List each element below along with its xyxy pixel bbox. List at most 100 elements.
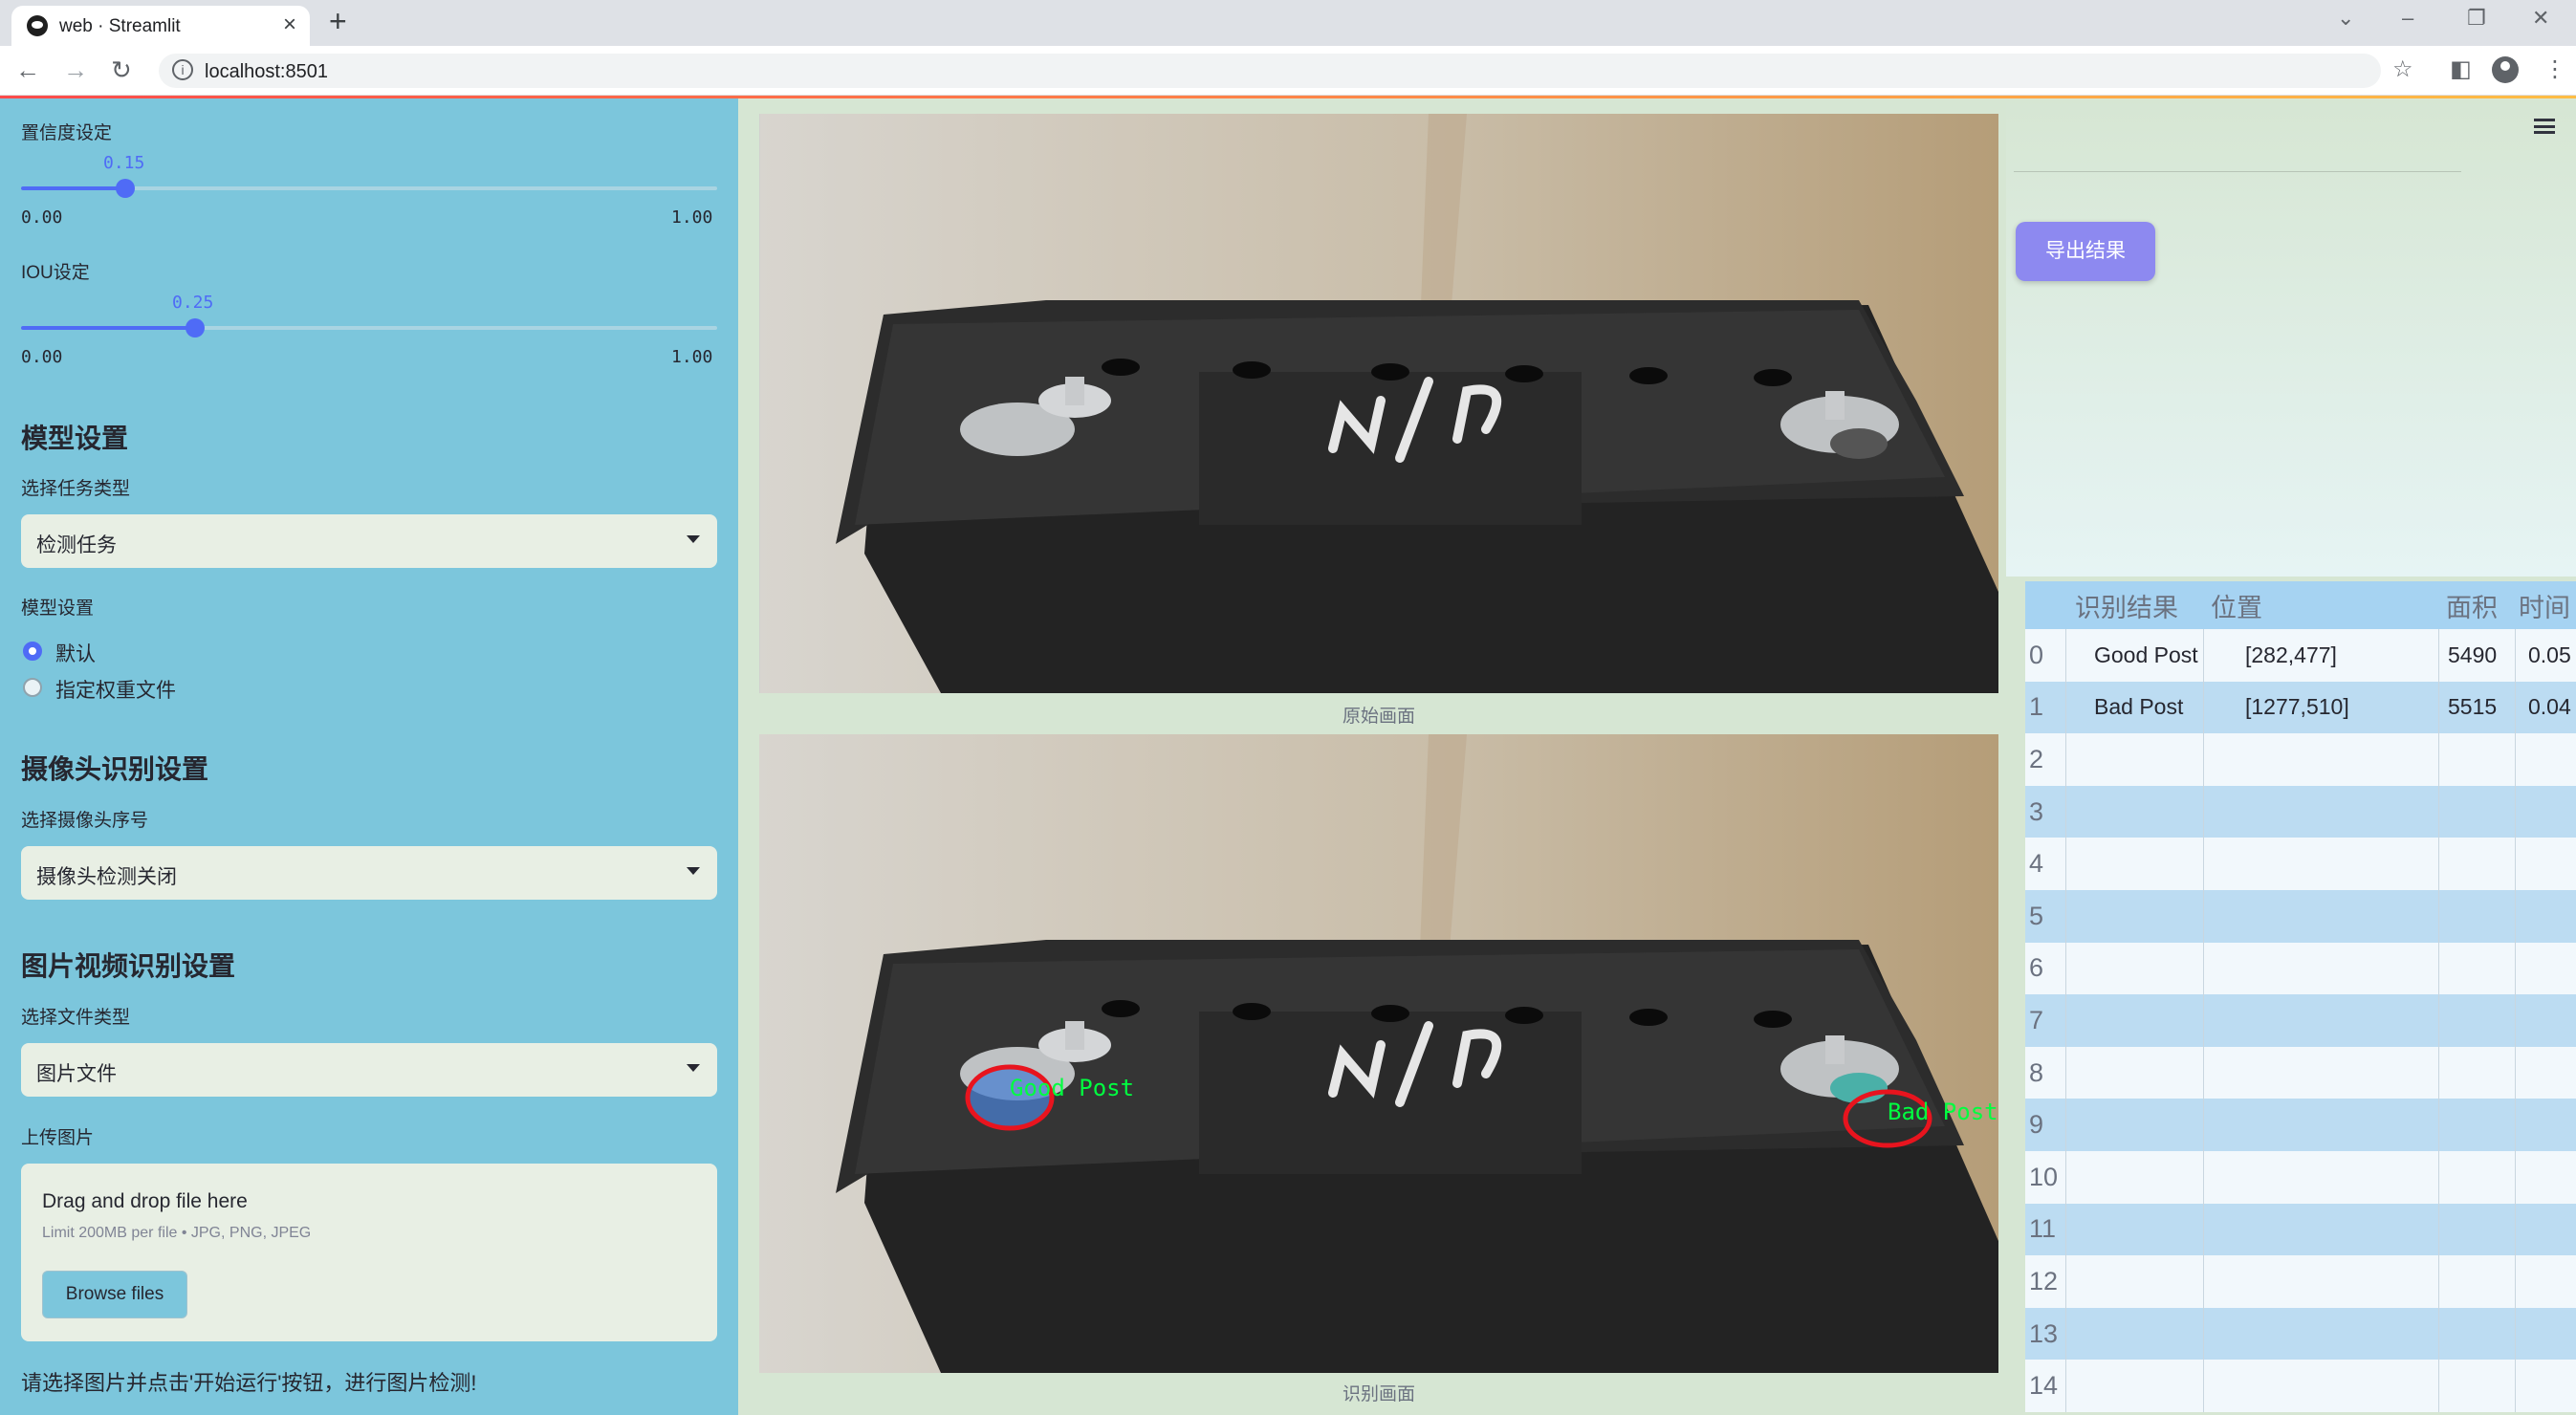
cell-time: [2528, 943, 2576, 995]
task-type-select[interactable]: 检测任务: [21, 514, 717, 568]
back-icon[interactable]: ←: [15, 55, 40, 85]
cell-area: [2448, 1151, 2515, 1204]
iou-label: IOU设定: [21, 263, 90, 283]
model-radio-custom[interactable]: [23, 678, 42, 697]
cell-position: [282,477]: [2245, 642, 2337, 667]
cell-position: [2245, 890, 2436, 943]
window-close-icon[interactable]: ✕: [2532, 6, 2549, 31]
plus-icon[interactable]: +: [329, 4, 347, 39]
confidence-value: 0.15: [103, 153, 145, 173]
task-type-value: 检测任务: [36, 534, 117, 556]
chevron-down-icon: [687, 1064, 700, 1072]
cell-area: 5515: [2448, 694, 2498, 720]
close-icon[interactable]: ×: [283, 11, 296, 38]
cell-result: [2094, 1099, 2218, 1151]
cell-area: [2448, 994, 2515, 1047]
table-row[interactable]: 7: [2025, 994, 2576, 1047]
cell-position: [2245, 994, 2436, 1047]
table-row[interactable]: 0 Good Post [282,477] 5490 0.05: [2025, 629, 2576, 682]
results-panel-bg: [2006, 98, 2576, 577]
upload-limit-text: Limit 200MB per file • JPG, PNG, JPEG: [42, 1225, 312, 1241]
cell-position: [2245, 943, 2436, 995]
detection-label-bad: Bad Post: [1888, 1099, 1998, 1125]
cell-result: [2094, 1308, 2218, 1361]
model-option-default[interactable]: 默认: [55, 639, 96, 667]
confidence-slider-fill: [21, 186, 126, 190]
cell-time: [2528, 890, 2576, 943]
table-row[interactable]: 14: [2025, 1360, 2576, 1412]
cell-result: [2094, 786, 2218, 838]
camera-label: 选择摄像头序号: [21, 811, 149, 831]
chevron-down-icon[interactable]: ⌄: [2337, 6, 2354, 31]
browser-tab[interactable]: web · Streamlit ×: [11, 6, 310, 46]
cell-result: Bad Post: [2094, 694, 2184, 720]
cell-time: [2528, 1360, 2576, 1412]
table-grid-line: [2065, 629, 2066, 1412]
iou-min: 0.00: [21, 347, 63, 367]
file-uploader[interactable]: Drag and drop file here Limit 200MB per …: [21, 1164, 717, 1341]
detection-label-good: Good Post: [1010, 1075, 1134, 1101]
file-type-select[interactable]: 图片文件: [21, 1043, 717, 1097]
menu-icon[interactable]: ⋮: [2543, 55, 2566, 83]
table-row[interactable]: 12: [2025, 1255, 2576, 1308]
cell-area: [2448, 1360, 2515, 1412]
confidence-min: 0.00: [21, 207, 63, 228]
cell-area: [2448, 1255, 2515, 1308]
table-row[interactable]: 2: [2025, 733, 2576, 786]
url-field[interactable]: i localhost:8501: [159, 54, 2381, 88]
cell-time: [2528, 1099, 2576, 1151]
table-row[interactable]: 3: [2025, 785, 2576, 838]
divider: [2014, 171, 2461, 172]
sidepanel-icon[interactable]: ◧: [2450, 55, 2472, 83]
cell-result: [2094, 838, 2218, 890]
restore-icon[interactable]: ❐: [2467, 6, 2486, 31]
minimize-icon[interactable]: –: [2402, 6, 2413, 31]
cell-time: [2528, 838, 2576, 890]
result-image: Good Post Bad Post: [759, 734, 1998, 1373]
original-image: [759, 114, 1998, 693]
table-grid-line: [2203, 629, 2204, 1412]
table-row[interactable]: 5: [2025, 890, 2576, 943]
model-option-custom[interactable]: 指定权重文件: [55, 675, 176, 704]
camera-select[interactable]: 摄像头检测关闭: [21, 846, 717, 900]
cell-area: [2448, 943, 2515, 995]
iou-slider-fill: [21, 326, 195, 330]
confidence-slider[interactable]: [21, 179, 717, 198]
table-row[interactable]: 11: [2025, 1203, 2576, 1256]
cell-result: [2094, 1047, 2218, 1099]
model-radio-default[interactable]: [23, 642, 42, 661]
table-row[interactable]: 6: [2025, 942, 2576, 995]
cell-area: [2448, 733, 2515, 786]
forward-icon[interactable]: →: [63, 55, 88, 85]
info-icon[interactable]: i: [172, 59, 193, 80]
table-row[interactable]: 9: [2025, 1099, 2576, 1151]
cell-position: [2245, 1151, 2436, 1204]
table-row[interactable]: 4: [2025, 838, 2576, 890]
profile-icon[interactable]: [2492, 56, 2519, 83]
original-caption: 原始画面: [1342, 707, 1415, 727]
confidence-slider-thumb[interactable]: [116, 179, 136, 198]
browser-tab-bar: web · Streamlit × + ⌄ – ❐ ✕: [0, 0, 2576, 46]
cell-time: [2528, 1255, 2576, 1308]
table-row[interactable]: 13: [2025, 1307, 2576, 1361]
camera-value: 摄像头检测关闭: [36, 866, 177, 888]
browse-files-button[interactable]: Browse files: [42, 1271, 187, 1318]
star-icon[interactable]: ☆: [2392, 55, 2413, 83]
iou-slider-thumb[interactable]: [186, 318, 205, 337]
table-row[interactable]: 1 Bad Post [1277,510] 5515 0.04: [2025, 681, 2576, 734]
cell-position: [2245, 786, 2436, 838]
media-section-heading: 图片视频识别设置: [21, 951, 236, 981]
table-row[interactable]: 10: [2025, 1151, 2576, 1204]
hamburger-icon[interactable]: [2534, 119, 2555, 134]
cell-time: [2528, 1308, 2576, 1361]
header-time: 时间: [2519, 593, 2570, 622]
table-row[interactable]: 8: [2025, 1046, 2576, 1099]
iou-slider[interactable]: [21, 318, 717, 337]
url-text: localhost:8501: [205, 61, 328, 82]
export-results-button[interactable]: 导出结果: [2016, 222, 2155, 281]
cell-result: [2094, 1255, 2218, 1308]
cell-position: [2245, 838, 2436, 890]
reload-icon[interactable]: ↻: [111, 55, 132, 85]
cell-area: [2448, 1308, 2515, 1361]
cell-result: [2094, 943, 2218, 995]
